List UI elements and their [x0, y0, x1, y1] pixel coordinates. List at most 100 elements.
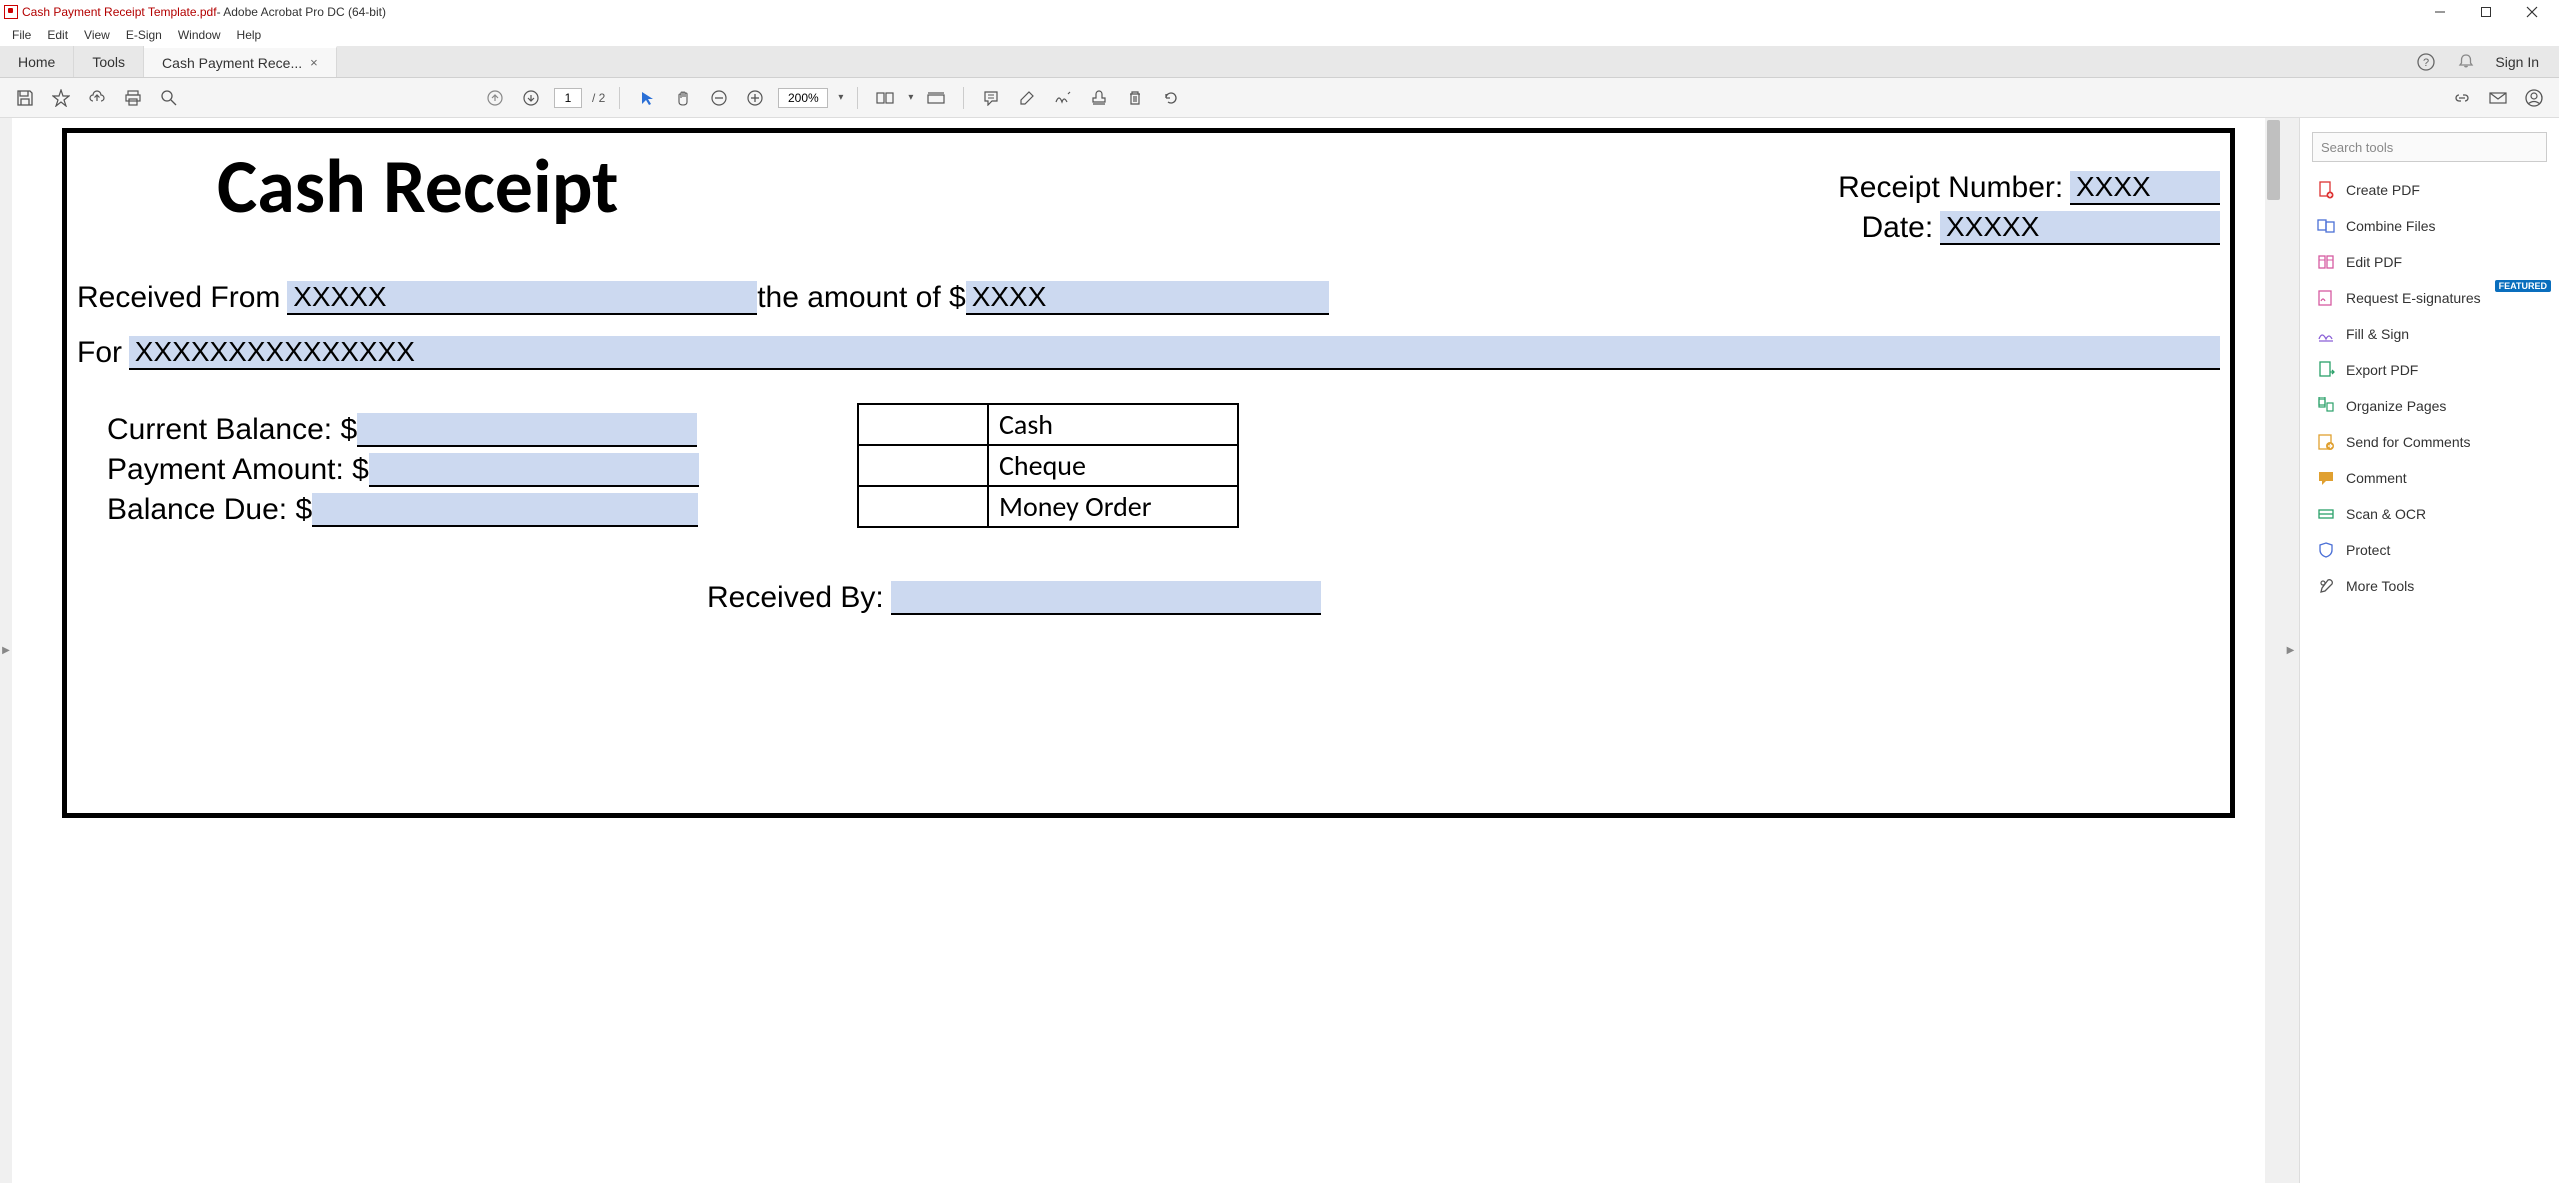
- zoom-level-dropdown[interactable]: 200%: [778, 88, 828, 108]
- fit-width-icon[interactable]: [872, 85, 898, 111]
- title-bar: Cash Payment Receipt Template.pdf - Adob…: [0, 0, 2559, 24]
- account-icon[interactable]: [2521, 85, 2547, 111]
- maximize-button[interactable]: [2463, 0, 2509, 24]
- tool-organize-pages[interactable]: Organize Pages: [2300, 388, 2559, 424]
- left-panel-toggle[interactable]: ▶: [0, 118, 12, 1183]
- zoom-in-icon[interactable]: [742, 85, 768, 111]
- amount-field[interactable]: XXXX: [966, 281, 1329, 315]
- hand-icon[interactable]: [670, 85, 696, 111]
- received-by-field[interactable]: [891, 581, 1321, 615]
- tab-document[interactable]: Cash Payment Rece... ×: [144, 46, 337, 77]
- page-up-icon[interactable]: [482, 85, 508, 111]
- email-icon[interactable]: [2485, 85, 2511, 111]
- tab-strip: Home Tools Cash Payment Rece... × ? Sign…: [0, 46, 2559, 78]
- window-title-doc: Cash Payment Receipt Template.pdf: [22, 5, 217, 19]
- main-area: ▶ Cash Receipt Receipt Number: XXXX Date…: [0, 118, 2559, 1183]
- money-order-checkbox-cell[interactable]: [858, 486, 988, 527]
- save-icon[interactable]: [12, 85, 38, 111]
- sign-initial-icon[interactable]: [1050, 85, 1076, 111]
- menu-view[interactable]: View: [76, 26, 118, 44]
- tool-fill-sign[interactable]: Fill & Sign: [2300, 316, 2559, 352]
- search-tools-input[interactable]: Search tools: [2312, 132, 2547, 162]
- tool-send-comments[interactable]: Send for Comments: [2300, 424, 2559, 460]
- sticky-note-icon[interactable]: [978, 85, 1004, 111]
- page-display-icon[interactable]: [923, 85, 949, 111]
- close-button[interactable]: [2509, 0, 2555, 24]
- menu-esign[interactable]: E-Sign: [118, 26, 170, 44]
- link-share-icon[interactable]: [2449, 85, 2475, 111]
- tool-label: Send for Comments: [2346, 434, 2471, 450]
- zoom-chevron-icon[interactable]: ▾: [838, 92, 843, 103]
- date-field[interactable]: XXXXX: [1940, 211, 2220, 245]
- receipt-border: Cash Receipt Receipt Number: XXXX Date: …: [62, 128, 2235, 818]
- star-icon[interactable]: [48, 85, 74, 111]
- for-field[interactable]: XXXXXXXXXXXXXXX: [129, 336, 2220, 370]
- tool-scan-ocr[interactable]: Scan & OCR: [2300, 496, 2559, 532]
- balance-due-field[interactable]: [312, 493, 698, 527]
- tool-comment[interactable]: Comment: [2300, 460, 2559, 496]
- tool-more-tools[interactable]: More Tools: [2300, 568, 2559, 604]
- tool-edit-pdf[interactable]: Edit PDF: [2300, 244, 2559, 280]
- cash-checkbox-cell[interactable]: [858, 404, 988, 445]
- received-by-row: Received By:: [707, 578, 1321, 615]
- cloud-upload-icon[interactable]: [84, 85, 110, 111]
- for-row: For XXXXXXXXXXXXXXX: [77, 333, 2220, 370]
- print-icon[interactable]: [120, 85, 146, 111]
- highlight-icon[interactable]: [1014, 85, 1040, 111]
- menu-help[interactable]: Help: [229, 26, 270, 44]
- tool-export-pdf[interactable]: Export PDF: [2300, 352, 2559, 388]
- tool-request-signatures[interactable]: Request E-signatures FEATURED: [2300, 280, 2559, 316]
- tool-create-pdf[interactable]: Create PDF: [2300, 172, 2559, 208]
- received-from-field[interactable]: XXXXX: [287, 281, 757, 315]
- tab-tools[interactable]: Tools: [74, 46, 144, 77]
- sign-in-link[interactable]: Sign In: [2495, 54, 2539, 70]
- select-arrow-icon[interactable]: [634, 85, 660, 111]
- toolbar-separator: [963, 87, 964, 109]
- pdf-page: Cash Receipt Receipt Number: XXXX Date: …: [62, 128, 2235, 818]
- edit-pdf-icon: [2316, 252, 2336, 272]
- page-number-input[interactable]: [554, 88, 582, 108]
- money-order-label: Money Order: [988, 486, 1238, 527]
- delete-icon[interactable]: [1122, 85, 1148, 111]
- export-pdf-icon: [2316, 360, 2336, 380]
- tool-combine-files[interactable]: Combine Files: [2300, 208, 2559, 244]
- bell-icon[interactable]: [2455, 51, 2477, 73]
- create-pdf-icon: [2316, 180, 2336, 200]
- tool-label: Create PDF: [2346, 182, 2420, 198]
- zoom-level-label: 200%: [788, 91, 819, 105]
- rotate-icon[interactable]: [1158, 85, 1184, 111]
- vertical-scrollbar[interactable]: [2265, 118, 2282, 1183]
- help-icon[interactable]: ?: [2415, 51, 2437, 73]
- minimize-button[interactable]: [2417, 0, 2463, 24]
- scrollbar-thumb[interactable]: [2267, 120, 2280, 200]
- zoom-out-icon[interactable]: [706, 85, 732, 111]
- tab-close-icon[interactable]: ×: [310, 55, 318, 70]
- tab-tools-label: Tools: [92, 54, 125, 70]
- page-total-label: / 2: [592, 91, 605, 105]
- stamp-icon[interactable]: [1086, 85, 1112, 111]
- tool-protect[interactable]: Protect: [2300, 532, 2559, 568]
- menu-file[interactable]: File: [4, 26, 39, 44]
- tool-label: Organize Pages: [2346, 398, 2446, 414]
- tool-label: Edit PDF: [2346, 254, 2402, 270]
- app-pdf-icon: [4, 5, 18, 19]
- menu-window[interactable]: Window: [170, 26, 229, 44]
- tab-home-label: Home: [18, 54, 55, 70]
- right-panel-toggle[interactable]: ▶: [2282, 118, 2299, 1183]
- cheque-checkbox-cell[interactable]: [858, 445, 988, 486]
- fit-chevron-icon[interactable]: ▾: [908, 92, 913, 103]
- for-label: For: [77, 336, 122, 370]
- window-controls: [2417, 0, 2555, 24]
- payment-amount-field[interactable]: [369, 453, 699, 487]
- tool-label: Scan & OCR: [2346, 506, 2426, 522]
- document-viewport[interactable]: Cash Receipt Receipt Number: XXXX Date: …: [12, 118, 2265, 1183]
- current-balance-field[interactable]: [357, 413, 697, 447]
- received-by-label: Received By:: [707, 581, 884, 615]
- receipt-number-value: XXXX: [2076, 171, 2151, 203]
- tab-document-label: Cash Payment Rece...: [162, 55, 302, 71]
- tab-home[interactable]: Home: [0, 46, 74, 77]
- menu-edit[interactable]: Edit: [39, 26, 76, 44]
- receipt-number-field[interactable]: XXXX: [2070, 171, 2220, 205]
- page-down-icon[interactable]: [518, 85, 544, 111]
- find-icon[interactable]: [156, 85, 182, 111]
